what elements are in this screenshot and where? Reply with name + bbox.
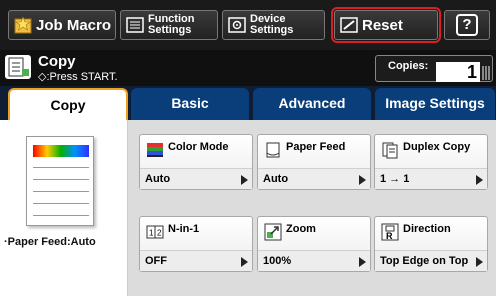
arrow-right-icon: [241, 175, 248, 185]
help-button[interactable]: ?: [444, 10, 490, 40]
page-preview: [26, 136, 94, 226]
preview-line: [33, 203, 89, 204]
paper-feed-name: Paper Feed: [286, 141, 346, 153]
zoom-name: Zoom: [286, 223, 316, 235]
reset-label: Reset: [362, 16, 403, 34]
duplex-copy-icon: [382, 142, 398, 159]
n-in-1-icon: 1 2: [146, 225, 164, 239]
job-macro-label: Job Macro: [36, 16, 112, 34]
direction-name: Direction: [403, 223, 451, 235]
color-mode-value: Auto: [140, 168, 252, 189]
paper-feed-icon: [266, 142, 280, 158]
list-icon: [126, 17, 144, 33]
arrow-right-icon: [359, 257, 366, 267]
mode-subtitle: ◇:Press START.: [38, 71, 118, 83]
zoom-icon: [264, 223, 282, 241]
job-macro-button[interactable]: Job Macro: [8, 10, 116, 40]
preview-line: [33, 179, 89, 180]
direction-icon: R: [381, 223, 399, 241]
keypad-icon[interactable]: [482, 66, 491, 80]
device-settings-line2: Settings: [250, 24, 294, 36]
tab-basic[interactable]: Basic: [131, 88, 249, 120]
copy-mode-icon: [5, 55, 31, 79]
paper-feed-summary: ·Paper Feed:Auto: [4, 236, 96, 248]
preview-line: [33, 167, 89, 168]
arrow-right-icon: [476, 257, 483, 267]
zoom-value: 100%: [258, 250, 370, 271]
function-settings-line2: Settings: [148, 24, 192, 36]
arrow-right-icon: [359, 175, 366, 185]
arrow-right-icon: [476, 175, 483, 185]
n-in-1-value: OFF: [140, 250, 252, 271]
device-gear-icon: [228, 17, 246, 33]
duplex-copy-value: 1 → 1: [375, 168, 487, 189]
zoom-button[interactable]: Zoom 100%: [257, 216, 371, 272]
function-settings-button[interactable]: Function Settings: [120, 10, 218, 40]
duplex-copy-name: Duplex Copy: [403, 141, 471, 153]
content-area: ·Paper Feed:Auto Color Mode Auto Paper F…: [0, 120, 496, 296]
color-bar: [33, 145, 89, 157]
color-mode-icon: [147, 143, 163, 157]
reset-icon: [340, 17, 358, 33]
mode-title: Copy: [38, 53, 76, 70]
help-icon: ?: [456, 14, 478, 36]
tab-copy[interactable]: Copy: [8, 88, 128, 120]
paper-feed-value: Auto: [258, 168, 370, 189]
svg-text:1: 1: [149, 229, 154, 238]
preview-pane: ·Paper Feed:Auto: [0, 120, 128, 296]
color-mode-name: Color Mode: [168, 141, 229, 153]
arrow-right-icon: [241, 257, 248, 267]
star-icon: [14, 16, 32, 34]
direction-value: Top Edge on Top: [375, 250, 487, 271]
svg-text:R: R: [386, 231, 393, 241]
copies-value[interactable]: 1: [436, 62, 480, 82]
n-in-1-name: N-in-1: [168, 223, 200, 235]
copies-label: Copies:: [388, 60, 429, 72]
reset-button[interactable]: Reset: [331, 7, 441, 43]
direction-button[interactable]: R Direction Top Edge on Top: [374, 216, 488, 272]
tab-row: Copy Basic Advanced Image Settings: [0, 86, 496, 120]
color-mode-button[interactable]: Color Mode Auto: [139, 134, 253, 190]
duplex-copy-button[interactable]: Duplex Copy 1 → 1: [374, 134, 488, 190]
preview-line: [33, 191, 89, 192]
paper-feed-button[interactable]: Paper Feed Auto: [257, 134, 371, 190]
tab-image-settings[interactable]: Image Settings: [375, 88, 495, 120]
n-in-1-button[interactable]: 1 2 N-in-1 OFF: [139, 216, 253, 272]
preview-line: [33, 215, 89, 216]
svg-text:2: 2: [157, 229, 162, 238]
device-settings-button[interactable]: Device Settings: [222, 10, 325, 40]
copies-field[interactable]: Copies: 1: [375, 55, 493, 82]
status-bar: Copy ◇:Press START. Copies: 1: [0, 50, 496, 86]
tab-advanced[interactable]: Advanced: [253, 88, 371, 120]
top-bar: Job Macro Function Settings Device Setti…: [0, 0, 496, 50]
